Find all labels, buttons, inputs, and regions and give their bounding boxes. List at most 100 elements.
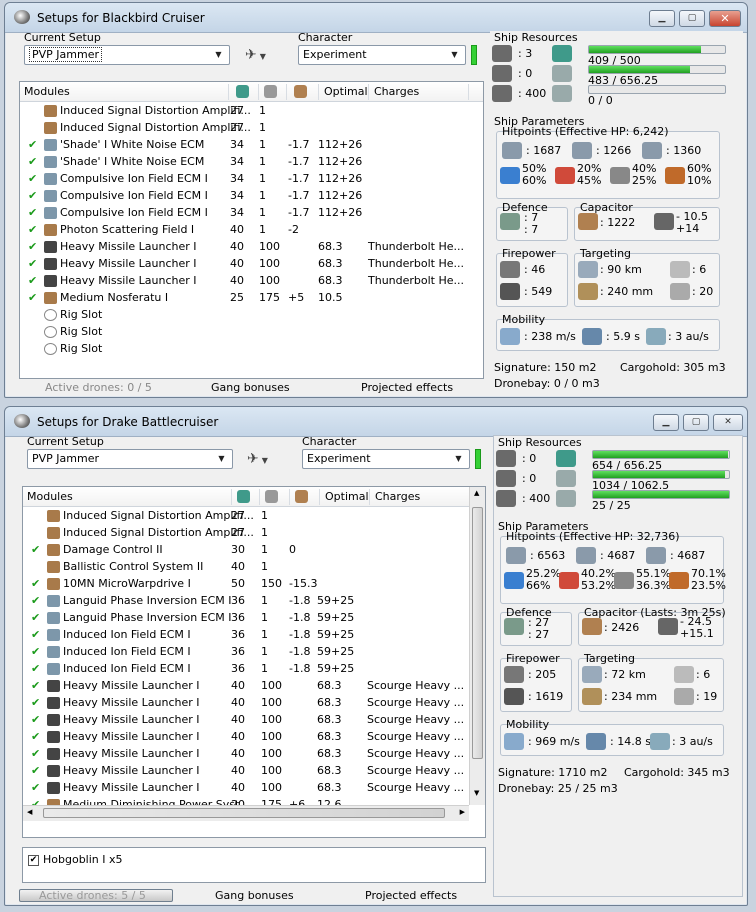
current-setup-label: Current Setup xyxy=(24,31,101,44)
setup-dropdown[interactable]: PVP Jammer ▼ xyxy=(27,449,233,469)
module-row[interactable]: ✔ Damage Control II 30 1 0 xyxy=(23,541,471,558)
scroll-right-icon[interactable]: ▶ xyxy=(460,808,465,816)
module-active-check[interactable]: ✔ xyxy=(31,594,40,607)
setup-tools-button[interactable]: ✈ ▼ xyxy=(247,449,281,469)
module-row[interactable]: ✔ 10MN MicroWarpdrive I 50 150 -15.3 xyxy=(23,575,471,592)
module-active-check[interactable]: ✔ xyxy=(31,543,40,556)
module-row[interactable]: Rig Slot xyxy=(20,340,468,357)
horizontal-scrollbar[interactable]: ◀ ▶ xyxy=(23,805,469,821)
module-row[interactable]: ✔ Heavy Missile Launcher I 40 100 68.3 Thunde… xyxy=(20,255,468,272)
maximize-button[interactable]: ▢ xyxy=(683,414,709,431)
drones-list[interactable]: ✔ Hobgoblin I x5 xyxy=(22,847,486,883)
module-row[interactable]: ✔ Heavy Missile Launcher I 40 100 68.3 Scourg… xyxy=(23,711,471,728)
close-button[interactable]: ✕ xyxy=(713,414,743,431)
module-row[interactable]: ✔ Heavy Missile Launcher I 40 100 68.3 Thunde… xyxy=(20,238,468,255)
module-row[interactable]: ✔ Heavy Missile Launcher I 40 100 68.3 Scourg… xyxy=(23,694,471,711)
module-row[interactable]: Ballistic Control System II 40 1 xyxy=(23,558,471,575)
col-charges[interactable]: Charges xyxy=(375,490,420,503)
close-button[interactable]: ✕ xyxy=(709,10,741,27)
gang-bonuses-button[interactable]: Gang bonuses xyxy=(215,889,294,902)
minimize-button[interactable]: ▁ xyxy=(653,414,679,431)
module-row[interactable]: ✔ Induced Ion Field ECM I 36 1 -1.8 59+25 xyxy=(23,643,471,660)
module-row[interactable]: ✔ Languid Phase Inversion ECM I 36 1 -1.8 59+… xyxy=(23,609,471,626)
module-active-check[interactable]: ✔ xyxy=(31,628,40,641)
projected-effects-button[interactable]: Projected effects xyxy=(361,381,453,394)
setup-dropdown[interactable]: PVP Jammer ▼ xyxy=(24,45,230,65)
module-active-check[interactable]: ✔ xyxy=(31,679,40,692)
module-row[interactable]: ✔ Heavy Missile Launcher I 40 100 68.3 Scourg… xyxy=(23,745,471,762)
module-active-check[interactable]: ✔ xyxy=(28,257,37,270)
title-bar[interactable]: Setups for Drake Battlecruiser ▁ ▢ ✕ xyxy=(5,407,747,437)
module-active-check[interactable]: ✔ xyxy=(31,696,40,709)
cpu-col-icon[interactable] xyxy=(237,490,250,503)
module-row[interactable]: ✔ Languid Phase Inversion ECM I 36 1 -1.8 59+… xyxy=(23,592,471,609)
vertical-scrollbar[interactable]: ▲ ▼ xyxy=(469,487,485,805)
module-row[interactable]: Induced Signal Distortion Amplifi... 27 1 xyxy=(23,507,471,524)
module-row[interactable]: ✔ Compulsive Ion Field ECM I 34 1 -1.7 112+26 xyxy=(20,204,468,221)
module-row[interactable]: ✔ Heavy Missile Launcher I 40 100 68.3 Scourg… xyxy=(23,762,471,779)
maximize-button[interactable]: ▢ xyxy=(679,10,705,27)
module-active-check[interactable]: ✔ xyxy=(31,764,40,777)
projected-effects-button[interactable]: Projected effects xyxy=(365,889,457,902)
module-row[interactable]: ✔ 'Shade' I White Noise ECM 34 1 -1.7 112+26 xyxy=(20,136,468,153)
module-row[interactable]: ✔ Photon Scattering Field I 40 1 -2 xyxy=(20,221,468,238)
col-modules[interactable]: Modules xyxy=(27,490,73,503)
cpu-col-icon[interactable] xyxy=(236,85,249,98)
module-row[interactable]: ✔ Heavy Missile Launcher I 40 100 68.3 Scourg… xyxy=(23,728,471,745)
module-active-check[interactable]: ✔ xyxy=(28,291,37,304)
module-active-check[interactable]: ✔ xyxy=(31,781,40,794)
character-dropdown[interactable]: Experiment ▼ xyxy=(298,45,466,65)
modules-list[interactable]: Modules Optimal Charges Induced Signal D… xyxy=(22,486,486,838)
capacitor-col-icon[interactable] xyxy=(295,490,308,503)
gang-bonuses-button[interactable]: Gang bonuses xyxy=(211,381,290,394)
drone-item[interactable]: ✔ Hobgoblin I x5 xyxy=(28,853,123,866)
module-row[interactable]: ✔ Induced Ion Field ECM I 36 1 -1.8 59+25 xyxy=(23,626,471,643)
capacitor-col-icon[interactable] xyxy=(294,85,307,98)
module-row[interactable]: ✔ Medium Nosferatu I 25 175 +5 10.5 xyxy=(20,289,468,306)
vertical-scroll-thumb[interactable] xyxy=(472,507,483,759)
module-active-check[interactable]: ✔ xyxy=(28,274,37,287)
col-charges[interactable]: Charges xyxy=(374,85,419,98)
scroll-down-icon[interactable]: ▼ xyxy=(474,789,479,797)
module-active-check[interactable]: ✔ xyxy=(31,611,40,624)
module-active-check[interactable]: ✔ xyxy=(28,172,37,185)
module-active-check[interactable]: ✔ xyxy=(31,747,40,760)
col-optimal[interactable]: Optimal xyxy=(324,85,368,98)
scroll-up-icon[interactable]: ▲ xyxy=(474,489,479,497)
setup-tools-button[interactable]: ✈ ▼ xyxy=(245,45,279,65)
module-active-check[interactable]: ✔ xyxy=(28,138,37,151)
module-active-check[interactable]: ✔ xyxy=(28,206,37,219)
col-optimal[interactable]: Optimal xyxy=(325,490,369,503)
module-active-check[interactable]: ✔ xyxy=(28,223,37,236)
module-active-check[interactable]: ✔ xyxy=(31,662,40,675)
module-active-check[interactable]: ✔ xyxy=(28,155,37,168)
powergrid-col-icon[interactable] xyxy=(265,490,278,503)
horizontal-scroll-thumb[interactable] xyxy=(43,808,445,818)
module-row[interactable]: ✔ Heavy Missile Launcher I 40 100 68.3 Scourg… xyxy=(23,779,471,796)
module-active-check[interactable]: ✔ xyxy=(31,730,40,743)
powergrid-col-icon[interactable] xyxy=(264,85,277,98)
module-active-check[interactable]: ✔ xyxy=(28,189,37,202)
module-row[interactable]: Induced Signal Distortion Amplifi... 27 1 xyxy=(23,524,471,541)
modules-list[interactable]: Modules Optimal Charges Induced Signal D… xyxy=(19,81,484,379)
module-active-check[interactable]: ✔ xyxy=(31,713,40,726)
module-active-check[interactable]: ✔ xyxy=(31,645,40,658)
module-row[interactable]: Rig Slot xyxy=(20,306,468,323)
character-dropdown[interactable]: Experiment ▼ xyxy=(302,449,470,469)
minimize-button[interactable]: ▁ xyxy=(649,10,675,27)
module-row[interactable]: ✔ Compulsive Ion Field ECM I 34 1 -1.7 112+26 xyxy=(20,187,468,204)
module-row[interactable]: Induced Signal Distortion Amplifi... 27 1 xyxy=(20,102,468,119)
module-row[interactable]: ✔ Heavy Missile Launcher I 40 100 68.3 Scourg… xyxy=(23,677,471,694)
scroll-left-icon[interactable]: ◀ xyxy=(27,808,32,816)
module-row[interactable]: Rig Slot xyxy=(20,323,468,340)
module-row[interactable]: ✔ 'Shade' I White Noise ECM 34 1 -1.7 112+26 xyxy=(20,153,468,170)
module-row[interactable]: ✔ Heavy Missile Launcher I 40 100 68.3 Thunde… xyxy=(20,272,468,289)
module-row[interactable]: Induced Signal Distortion Amplifi... 27 1 xyxy=(20,119,468,136)
drone-checkbox[interactable]: ✔ xyxy=(28,854,39,866)
module-row[interactable]: ✔ Induced Ion Field ECM I 36 1 -1.8 59+25 xyxy=(23,660,471,677)
module-active-check[interactable]: ✔ xyxy=(31,577,40,590)
module-active-check[interactable]: ✔ xyxy=(28,240,37,253)
module-row[interactable]: ✔ Compulsive Ion Field ECM I 34 1 -1.7 112+26 xyxy=(20,170,468,187)
title-bar[interactable]: Setups for Blackbird Cruiser ▁ ▢ ✕ xyxy=(5,3,747,33)
col-modules[interactable]: Modules xyxy=(24,85,70,98)
